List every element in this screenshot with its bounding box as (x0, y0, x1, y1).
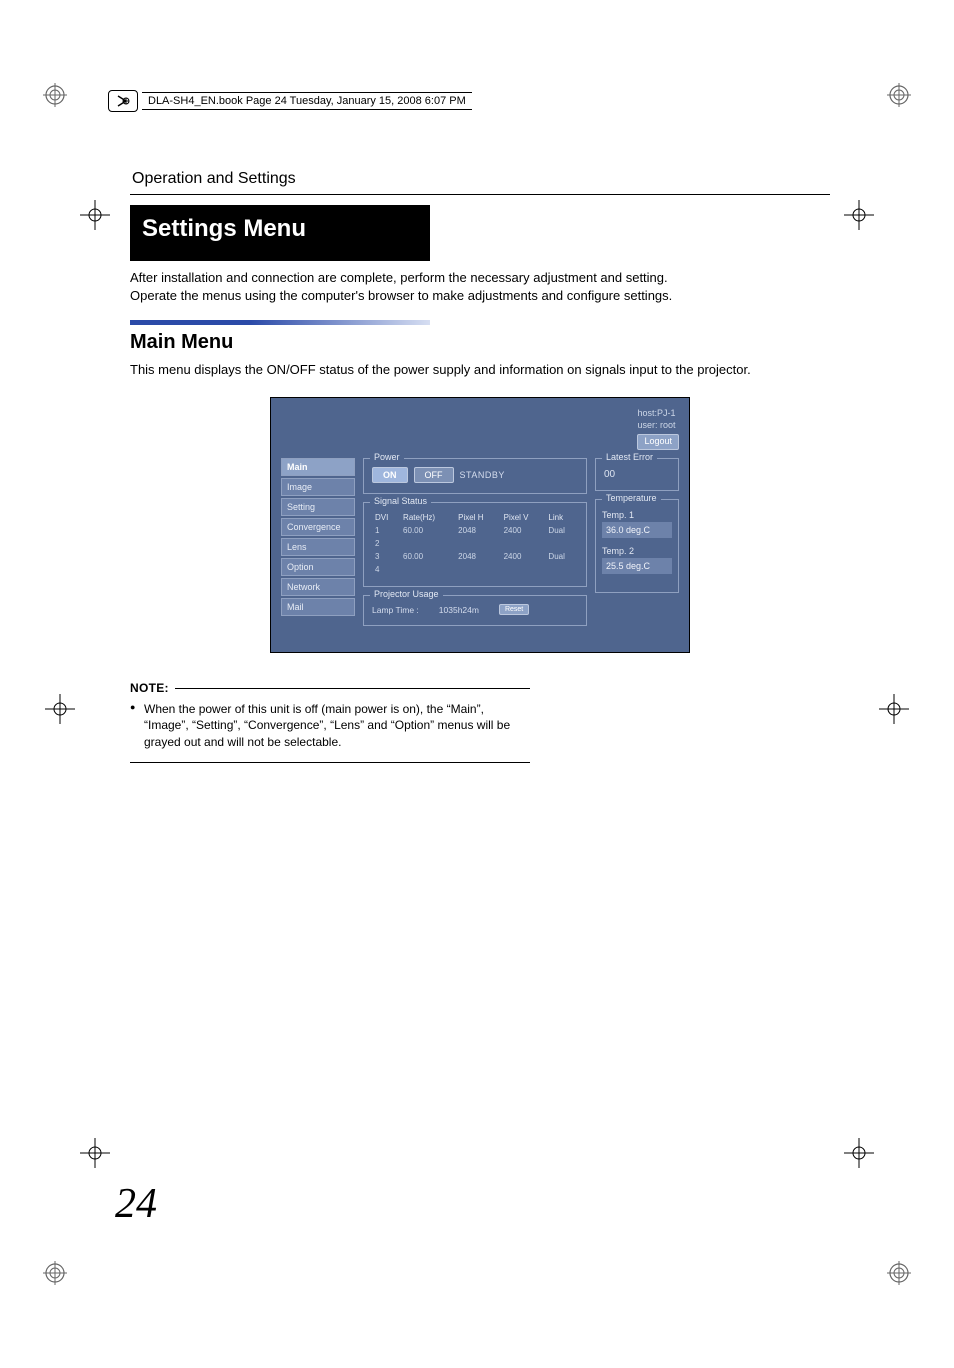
projector-usage-fieldset: Projector Usage Lamp Time : 1035h24m Res… (363, 595, 587, 626)
session-meta: host:PJ-1 user: root Logout (637, 408, 679, 450)
temp1-label: Temp. 1 (602, 510, 672, 520)
nav-option[interactable]: Option (281, 558, 355, 576)
gradient-bar (130, 320, 430, 325)
main-menu-desc: This menu displays the ON/OFF status of … (130, 362, 830, 377)
crosshair-icon (35, 684, 85, 734)
col-link: Link (545, 511, 578, 524)
temp1-value: 36.0 deg.C (602, 522, 672, 538)
book-header: DLA-SH4_EN.book Page 24 Tuesday, January… (108, 90, 838, 112)
crosshair-icon (834, 1128, 884, 1178)
section-title: Operation and Settings (130, 170, 830, 188)
nav-main[interactable]: Main (281, 458, 355, 476)
col-dvi: DVI (372, 511, 400, 524)
col-ph: Pixel H (455, 511, 500, 524)
section-underline (130, 194, 830, 195)
reg-mark-bottom-right (874, 1248, 924, 1298)
signal-status-fieldset: Signal Status DVI Rate(Hz) Pixel H Pixel… (363, 502, 587, 587)
reset-button[interactable]: Reset (499, 604, 529, 615)
intro-line1: After installation and connection are co… (130, 270, 668, 285)
meta-host: host:PJ-1 (637, 408, 679, 420)
table-row: 1 60.00 2048 2400 Dual (372, 524, 578, 537)
intro-line2: Operate the menus using the computer's b… (130, 288, 672, 303)
col-rate: Rate(Hz) (400, 511, 455, 524)
screenshot-panel: host:PJ-1 user: root Logout Main Image S… (270, 397, 690, 653)
note-text: When the power of this unit is off (main… (130, 701, 530, 750)
nav-network[interactable]: Network (281, 578, 355, 596)
error-legend: Latest Error (602, 452, 657, 462)
power-fieldset: Power ON OFF STANDBY (363, 458, 587, 494)
nav-image[interactable]: Image (281, 478, 355, 496)
temp-legend: Temperature (602, 493, 661, 503)
temperature-fieldset: Temperature Temp. 1 36.0 deg.C Temp. 2 2… (595, 499, 679, 593)
reg-mark-top-left (30, 70, 80, 120)
crosshair-icon (70, 190, 120, 240)
side-nav: Main Image Setting Convergence Lens Opti… (281, 458, 355, 634)
table-row: 2 (372, 537, 578, 550)
temp2-label: Temp. 2 (602, 546, 672, 556)
note-bottom-line (130, 762, 530, 763)
power-standby-label: STANDBY (460, 470, 505, 480)
table-row: 3 60.00 2048 2400 Dual (372, 550, 578, 563)
power-legend: Power (370, 452, 404, 462)
note-head-line (175, 688, 530, 689)
logout-button[interactable]: Logout (637, 434, 679, 450)
page-number: 24 (115, 1180, 157, 1228)
power-on-button[interactable]: ON (372, 467, 408, 483)
signal-legend: Signal Status (370, 496, 431, 506)
crosshair-icon (869, 684, 919, 734)
book-header-text: DLA-SH4_EN.book Page 24 Tuesday, January… (142, 92, 472, 110)
main-menu-heading: Main Menu (130, 331, 830, 354)
nav-convergence[interactable]: Convergence (281, 518, 355, 536)
temp2-value: 25.5 deg.C (602, 558, 672, 574)
nav-mail[interactable]: Mail (281, 598, 355, 616)
reg-mark-bottom-left (30, 1248, 80, 1298)
col-pv: Pixel V (501, 511, 546, 524)
nav-setting[interactable]: Setting (281, 498, 355, 516)
nav-lens[interactable]: Lens (281, 538, 355, 556)
lamp-time-value: 1035h24m (439, 605, 479, 615)
book-arrow-icon (108, 90, 138, 112)
reg-mark-top-right (874, 70, 924, 120)
intro-text: After installation and connection are co… (130, 269, 830, 304)
power-off-button[interactable]: OFF (414, 467, 454, 483)
meta-user: user: root (637, 420, 679, 432)
crosshair-icon (70, 1128, 120, 1178)
crosshair-icon (834, 190, 884, 240)
usage-legend: Projector Usage (370, 589, 443, 599)
settings-menu-title: Settings Menu (130, 205, 430, 261)
table-row: 4 (372, 563, 578, 576)
note-block: NOTE: When the power of this unit is off… (130, 681, 530, 763)
signal-table: DVI Rate(Hz) Pixel H Pixel V Link 1 60.0… (372, 511, 578, 576)
error-code: 00 (602, 469, 672, 480)
lamp-time-label: Lamp Time : (372, 605, 419, 615)
note-label: NOTE: (130, 681, 169, 695)
latest-error-fieldset: Latest Error 00 (595, 458, 679, 491)
